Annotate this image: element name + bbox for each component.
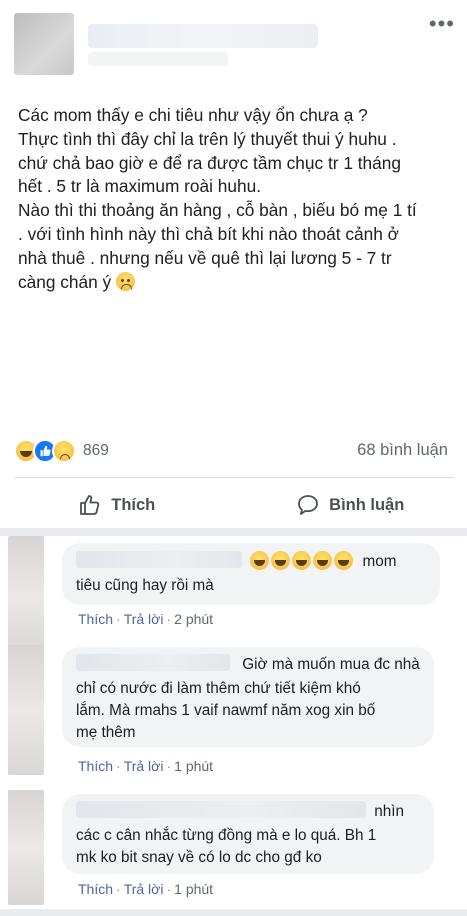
post-line: Thực tình thì đây chỉ la trên lý thuyết … (18, 128, 397, 149)
post-line: hết . 5 tr là maximum roài huhu. (18, 176, 262, 197)
comment-like-link[interactable]: Thích (78, 881, 113, 897)
sad-face-icon (116, 271, 136, 291)
comment-text: mẹ thêm (76, 724, 136, 741)
comment-text: Giờ mà muốn mua đc nhà (242, 656, 420, 673)
post-body: Các mom thấy e chi tiêu như vậy ổn chưa … (18, 104, 458, 294)
comment-bubble: mom tiêu cũng hay rồi mà (62, 543, 440, 605)
post-line-last: càng chán ý (18, 271, 458, 295)
commenter-name-blurred[interactable] (76, 654, 230, 671)
post-line: . với tình hình này thì chả bít khi nào … (18, 223, 400, 244)
comment-time: 1 phút (174, 881, 214, 897)
post-timestamp-blurred (88, 52, 228, 66)
thumbs-up-icon (80, 495, 100, 515)
author-name-blurred[interactable] (88, 24, 318, 48)
comment-button[interactable]: Bình luận (234, 480, 467, 530)
laughing-face-icon (313, 551, 333, 570)
sad-icon (52, 439, 76, 463)
comment-meta: Thích · Trả lời · 1 phút (78, 758, 214, 774)
comment-text: tiêu cũng hay rồi mà (76, 577, 214, 594)
comment-reply-link[interactable]: Trả lời (124, 758, 164, 774)
divider (14, 477, 454, 478)
comment-time: 2 phút (174, 611, 214, 627)
commenter-name-blurred[interactable] (76, 801, 366, 818)
comment-text: lắm. Mà rmahs 1 vaif nawmf năm xog xin b… (76, 702, 376, 719)
more-options-icon[interactable]: ••• (429, 13, 455, 35)
comment-like-link[interactable]: Thích (78, 758, 113, 774)
post-line: nhà thuê . nhưng nếu về quê thì lại lươn… (18, 247, 392, 268)
post-line: Các mom thấy e chi tiêu như vậy ổn chưa … (18, 105, 368, 125)
comment-text: chỉ có nước đi làm thêm chứ tiết kiệm kh… (76, 680, 361, 697)
comment-time: 1 phút (174, 758, 214, 774)
comment-meta: Thích · Trả lời · 2 phút (78, 611, 214, 627)
bottom-separator (0, 909, 467, 916)
laughing-face-icon (292, 551, 312, 570)
comment-bubble: nhìn các c cân nhắc từng đồng mà e lo qu… (62, 794, 434, 874)
comment-text: nhìn (374, 803, 405, 820)
laughing-face-icon (334, 551, 354, 570)
like-button[interactable]: Thích (0, 480, 234, 530)
commenter-avatar-blurred[interactable] (8, 645, 44, 775)
author-avatar[interactable] (14, 13, 74, 75)
comment-text: mom (362, 553, 397, 570)
comment-count[interactable]: 68 bình luận (357, 441, 448, 460)
commenter-avatar-blurred[interactable] (8, 790, 44, 905)
section-separator (0, 528, 467, 536)
post-line: chứ chả bao giờ e để ra được tầm chục tr… (18, 152, 401, 173)
comment-bubble: Giờ mà muốn mua đc nhà chỉ có nước đi là… (62, 647, 434, 747)
post-line: Nào thì thi thoảng ăn hàng , cỗ bàn , bi… (18, 200, 417, 221)
comment-like-link[interactable]: Thích (78, 611, 113, 627)
laugh-emojis (250, 551, 359, 570)
comment-reply-link[interactable]: Trả lời (124, 611, 164, 627)
comment-text: các c cân nhắc từng đồng mà e lo quá. Bh… (76, 827, 377, 844)
comment-text: mk ko bit snay về có lo dc cho gđ ko (76, 849, 322, 866)
action-bar: Thích Bình luận (0, 480, 467, 530)
post-line: càng chán ý (18, 271, 112, 292)
comment-bubble-icon (298, 495, 319, 515)
comment-label: Bình luận (329, 495, 405, 514)
laughing-face-icon (271, 551, 291, 570)
comment-reply-link[interactable]: Trả lời (124, 881, 164, 897)
comment-meta: Thích · Trả lời · 1 phút (78, 881, 214, 897)
reaction-count: 869 (83, 442, 109, 459)
like-label: Thích (111, 495, 156, 514)
post-header: ••• (0, 0, 467, 90)
commenter-avatar-blurred[interactable] (8, 536, 44, 656)
reaction-summary[interactable]: 869 (14, 438, 109, 464)
laughing-face-icon (250, 551, 270, 570)
commenter-name-blurred[interactable] (76, 551, 242, 568)
